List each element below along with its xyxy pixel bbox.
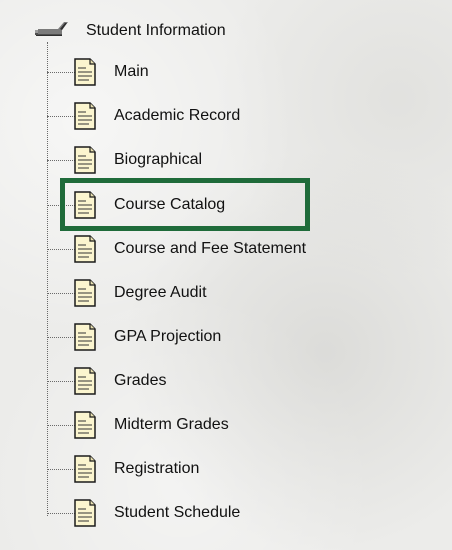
tree-connector [47, 159, 75, 161]
tree-connector [47, 468, 75, 470]
document-icon [73, 279, 97, 307]
document-icon [73, 411, 97, 439]
tree-item-gpa-projection[interactable]: GPA Projection [47, 322, 221, 352]
folder-tree-icon [34, 18, 72, 44]
tree-item-label: Biographical [114, 151, 203, 168]
tree-connector [47, 292, 75, 294]
tree-item-label: Course Catalog [114, 196, 226, 213]
tree-item-label: Degree Audit [114, 284, 207, 301]
tree-item-registration[interactable]: Registration [47, 454, 199, 484]
document-icon [73, 146, 97, 174]
tree-item-course-and-fee-statement[interactable]: Course and Fee Statement [47, 234, 306, 264]
tree-item-label: Course and Fee Statement [114, 240, 307, 257]
document-icon [73, 58, 97, 86]
tree-connector [47, 424, 75, 426]
tree-item-label: Midterm Grades [114, 416, 229, 433]
tree-connector [47, 204, 75, 206]
tree-item-course-catalog[interactable]: Course Catalog [47, 190, 225, 220]
document-icon [73, 323, 97, 351]
tree-item-label: Grades [114, 372, 167, 389]
tree-root-student-information[interactable]: Student Information [34, 16, 226, 46]
tree-connector [47, 336, 75, 338]
tree-item-grades[interactable]: Grades [47, 366, 166, 396]
tree-item-biographical[interactable]: Biographical [47, 145, 202, 175]
tree-root-label: Student Information [86, 22, 226, 39]
tree-item-student-schedule[interactable]: Student Schedule [47, 498, 240, 528]
document-icon [73, 367, 97, 395]
tree-connector [47, 512, 75, 514]
document-icon [73, 191, 97, 219]
tree-connector [47, 115, 75, 117]
tree-item-degree-audit[interactable]: Degree Audit [47, 278, 207, 308]
tree-connector [47, 248, 75, 250]
tree-item-label: Academic Record [114, 107, 241, 124]
document-icon [73, 499, 97, 527]
tree-item-main[interactable]: Main [47, 57, 149, 87]
tree-item-midterm-grades[interactable]: Midterm Grades [47, 410, 229, 440]
tree-item-label: Main [114, 63, 149, 80]
document-icon [73, 235, 97, 263]
student-information-tree: Student Information Main Academic Record… [0, 0, 452, 550]
tree-item-academic-record[interactable]: Academic Record [47, 101, 240, 131]
document-icon [73, 102, 97, 130]
document-icon [73, 455, 97, 483]
tree-connector [47, 71, 75, 73]
tree-item-label: Registration [114, 460, 200, 477]
tree-item-label: GPA Projection [114, 328, 222, 345]
tree-item-label: Student Schedule [114, 504, 241, 521]
tree-connector [47, 380, 75, 382]
